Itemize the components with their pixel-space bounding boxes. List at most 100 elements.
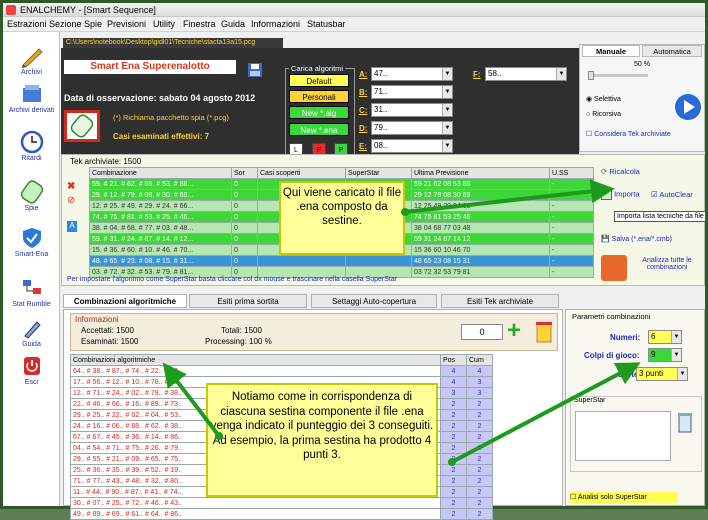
tab-settaggi[interactable]: Settaggi Auto-copertura — [311, 294, 437, 308]
new-alg-button[interactable]: New *.alg — [289, 106, 349, 119]
combo-a[interactable]: 47.. ▼ — [371, 67, 453, 81]
superstar-drop-area[interactable] — [575, 411, 671, 461]
pencil-icon — [21, 48, 43, 68]
file-path: C:\Users\notebook\Desktop\gidl01\Tecnich… — [63, 38, 283, 48]
sidebar: Archivi Archivi derivati Ritardi Spie Sm… — [3, 32, 60, 506]
table-row[interactable]: 48. # 65. # 23. # 08. # 15. # 31... 0 48 6… — [89, 255, 594, 267]
params-panel: Parametri combinazioni Numeri: 6 ▼ Colpi … — [565, 309, 705, 506]
table-row[interactable]: 49.. # 89.. # 69.. # 61.. # 64.. # 86.. 2… — [70, 508, 493, 520]
shield-icon — [22, 228, 41, 248]
menu-estrazioni[interactable]: Estrazioni — [7, 19, 47, 29]
colpi-select[interactable]: 9 ▼ — [648, 348, 682, 362]
menu-statusbar[interactable]: Statusbar — [307, 19, 346, 29]
menu-finestra[interactable]: Finestra — [183, 19, 216, 29]
combo-a-label: A: — [359, 70, 368, 79]
combo-e[interactable]: 08.. ▼ — [371, 139, 453, 153]
counter-field: 0 — [461, 324, 503, 340]
col-pos[interactable]: Pos — [440, 354, 467, 366]
col-ultima-previsione[interactable]: Ultima Previsione — [411, 167, 550, 179]
combo-f[interactable]: 58.. ▼ — [485, 67, 567, 81]
a-icon[interactable]: A — [67, 221, 77, 232]
radio-ricorsiva[interactable]: ○ Ricorsiva — [586, 111, 621, 118]
numeri-label: Numeri: — [610, 333, 641, 342]
bottom-tabs: Combinazioni algoritmiche Esiti prima so… — [61, 294, 561, 308]
analizza-button[interactable]: Analizza tutte le combinazioni — [631, 257, 703, 271]
menu-sezione-spie[interactable]: Sezione Spie — [49, 19, 102, 29]
col-cum[interactable]: Cum — [466, 354, 493, 366]
col-combinazioni[interactable]: Combinazioni algoritmiche — [70, 354, 441, 366]
chevron-down-icon: ▼ — [671, 331, 681, 343]
default-button[interactable]: Default — [289, 74, 349, 87]
ricalcola-button[interactable]: ⟳ Ricalcola — [601, 167, 640, 176]
percent-label: 50 % — [634, 61, 650, 68]
accettati: Accettati: 1500 — [81, 326, 134, 335]
superstar-title: SuperStar — [574, 397, 606, 404]
params-title: Parametri combinazioni — [572, 312, 651, 321]
sidebar-item-smart-ena[interactable]: Smart-Ena — [3, 226, 60, 258]
bucket-icon[interactable] — [535, 320, 553, 344]
spy-package-button[interactable] — [64, 110, 100, 142]
col-sor[interactable]: Sor — [231, 167, 258, 179]
percent-slider[interactable] — [588, 71, 648, 80]
radio-selettiva[interactable]: ◉ Selettiva — [586, 95, 621, 103]
plus-icon[interactable]: + — [507, 319, 521, 343]
autoclear-checkbox[interactable]: ☑ AutoClear — [651, 190, 693, 199]
tab-combinazioni[interactable]: Combinazioni algoritmiche — [63, 294, 187, 308]
sidebar-item-spie[interactable]: Spie — [3, 180, 60, 212]
col-casi-scoperti[interactable]: Casi scoperti — [257, 167, 346, 179]
combo-c[interactable]: 31.. ▼ — [371, 103, 453, 117]
sidebar-item-stat-rumble[interactable]: Stat Rumble — [3, 276, 60, 308]
archive-icon — [22, 85, 41, 102]
network-icon — [22, 280, 41, 294]
numeri-select[interactable]: 6 ▼ — [648, 330, 682, 344]
sorte-select[interactable]: 3 punti ▼ — [636, 367, 688, 381]
chevron-down-icon: ▼ — [442, 68, 452, 80]
block-icon[interactable]: ⊘ — [67, 195, 75, 206]
new-ena-button[interactable]: New *.ena — [289, 123, 349, 136]
title-bar: ENALCHEMY - [Smart Sequence] — [3, 3, 705, 17]
tek-title: Tek archiviate: 1500 — [70, 157, 142, 166]
sidebar-item-ritardi[interactable]: Ritardi — [3, 130, 60, 162]
tab-automatica[interactable]: Automatica — [642, 45, 702, 57]
analisi-superstar-checkbox[interactable]: ☐ Analisi solo SuperStar — [570, 492, 678, 503]
col-uss[interactable]: U.SS — [549, 167, 594, 179]
col-superstar[interactable]: SuperStar — [345, 167, 412, 179]
tab-esiti-prima-sortita[interactable]: Esiti prima sortita — [189, 294, 307, 308]
personali-button[interactable]: Personali — [289, 90, 349, 103]
sidebar-item-esci[interactable]: Esci — [3, 354, 60, 386]
tab-manuale[interactable]: Manuale — [582, 45, 640, 57]
considera-checkbox[interactable]: ☐ Considera Tek archiviate — [586, 130, 671, 138]
salva-button[interactable]: 💾 Salva (*.ena/*.cmb) — [601, 235, 672, 243]
menu-utility[interactable]: Utility — [153, 19, 175, 29]
floppy-icon[interactable] — [247, 62, 263, 78]
col-combinazione[interactable]: Combinazione — [89, 167, 232, 179]
slider-handle[interactable] — [588, 71, 594, 80]
calculator-icon[interactable] — [601, 255, 627, 281]
sidebar-item-archivi-derivati[interactable]: Archivi derivati — [3, 82, 60, 114]
menu-previsioni[interactable]: Previsioni — [107, 19, 146, 29]
info-box: Informazioni Accettati: 1500 Esaminati: … — [70, 313, 558, 351]
combo-b[interactable]: 71.. ▼ — [371, 85, 453, 99]
menu-informazioni[interactable]: Informazioni — [251, 19, 300, 29]
esaminati: Esaminati: 1500 — [81, 337, 139, 346]
sidebar-item-archivi[interactable]: Archivi — [3, 44, 60, 76]
play-icon[interactable] — [674, 93, 702, 121]
tab-esiti-tek[interactable]: Esiti Tek archiviate — [441, 294, 559, 308]
page-title: Smart Ena Superenalotto — [64, 60, 236, 74]
chevron-down-icon: ▼ — [442, 86, 452, 98]
callout-ena-file: Qui viene caricato il file .ena composto… — [279, 181, 405, 255]
sidebar-item-guida[interactable]: Guida — [3, 316, 60, 348]
info-title: Informazioni — [75, 315, 119, 324]
delete-icon[interactable]: ✖ — [67, 181, 75, 192]
casi-esaminati: Casi esaminati effettivi: 7 — [113, 132, 210, 141]
power-icon — [23, 357, 40, 375]
save-icon: 💾 — [601, 236, 610, 243]
app-icon — [6, 5, 16, 15]
menu-guida[interactable]: Guida — [221, 19, 245, 29]
importa-button[interactable]: Importa — [601, 189, 640, 200]
trash-icon[interactable] — [677, 411, 693, 433]
table-row[interactable]: 64.. # 38.. # 87.. # 74.. # 22.. # 62.. 4… — [70, 365, 493, 377]
combo-e-label: E: — [359, 142, 367, 151]
combo-d[interactable]: 79.. ▼ — [371, 121, 453, 135]
table-row[interactable]: 30.. # 07.. # 25.. # 72.. # 46.. # 43.. 2… — [70, 497, 493, 509]
